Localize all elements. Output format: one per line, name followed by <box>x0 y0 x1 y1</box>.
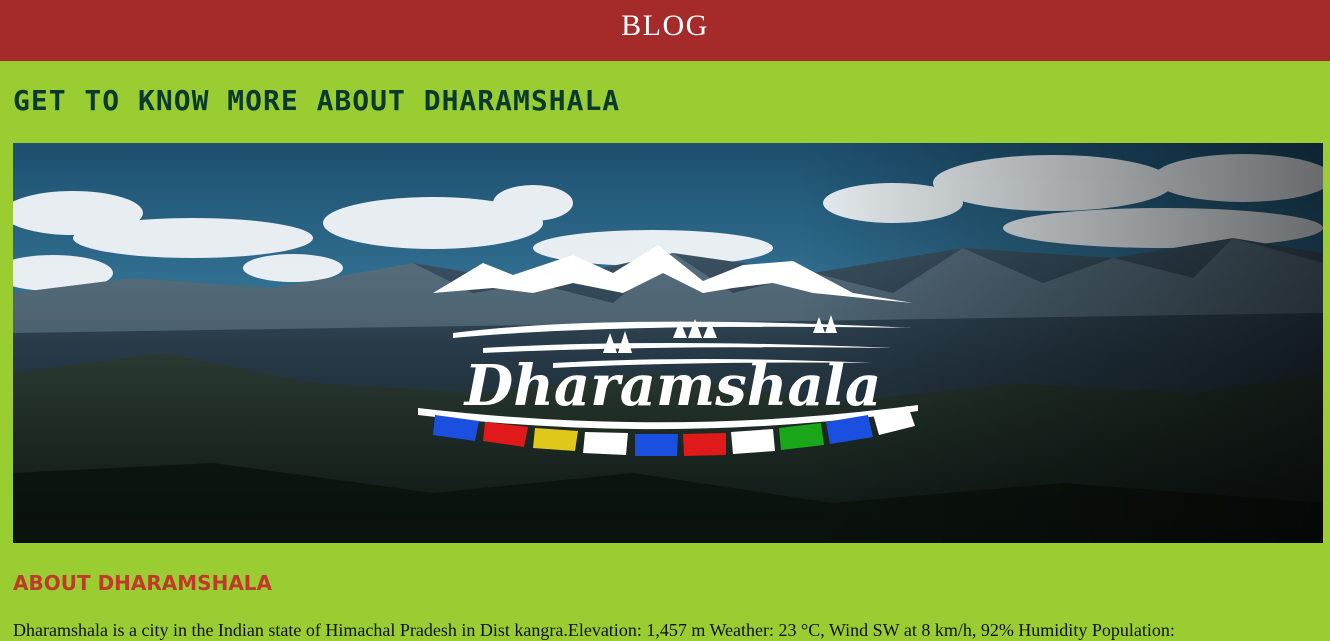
header-bar: BLOG <box>0 0 1330 61</box>
about-text: Dharamshala is a city in the Indian stat… <box>13 620 1175 640</box>
hero-image: Dharamshala <box>13 143 1323 543</box>
page-heading: GET TO KNOW MORE ABOUT DHARAMSHALA <box>13 84 621 117</box>
header-title[interactable]: BLOG <box>621 9 709 43</box>
about-title: ABOUT DHARAMSHALA <box>13 571 273 595</box>
logo-text: Dharamshala <box>463 353 882 419</box>
